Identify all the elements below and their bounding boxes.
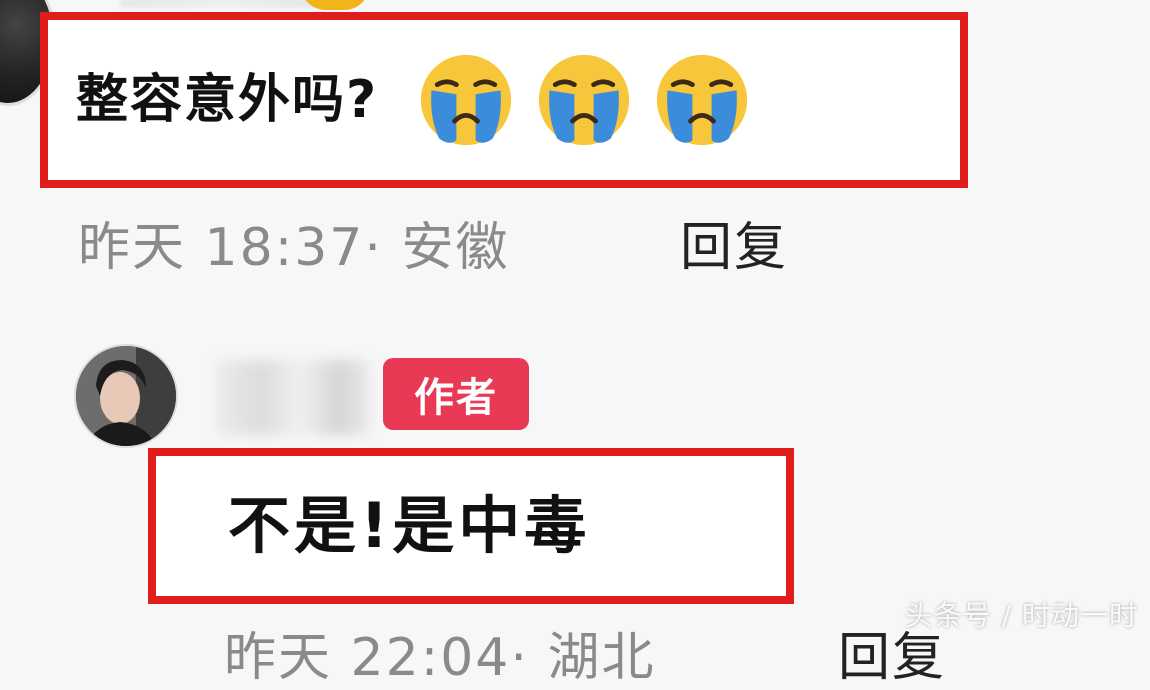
comment-meta: 昨天 22:04· 湖北 [224, 628, 656, 688]
loudly-crying-face-icon [421, 54, 512, 146]
emoji-row [418, 52, 750, 148]
author-badge: 作者 [383, 358, 529, 430]
comment-meta: 昨天 18:37· 安徽 [78, 218, 510, 278]
reply-button[interactable]: 回复 [680, 205, 788, 280]
username-blurred [120, 0, 330, 8]
comment-text: 不是!是中毒 [228, 489, 591, 562]
comment-highlight-box: 整容意外吗? [40, 12, 968, 188]
avatar-photo [76, 346, 176, 446]
comment-text: 整容意外吗? [76, 70, 379, 130]
username-blurred [215, 360, 370, 435]
watermark: 头条号 / 时动一时 [904, 599, 1138, 632]
author-avatar[interactable] [74, 344, 178, 448]
loudly-crying-face-icon [539, 54, 630, 146]
sticker-icon [300, 0, 370, 10]
comment-highlight-box: 不是!是中毒 [148, 448, 794, 604]
loudly-crying-face-icon [657, 54, 748, 146]
